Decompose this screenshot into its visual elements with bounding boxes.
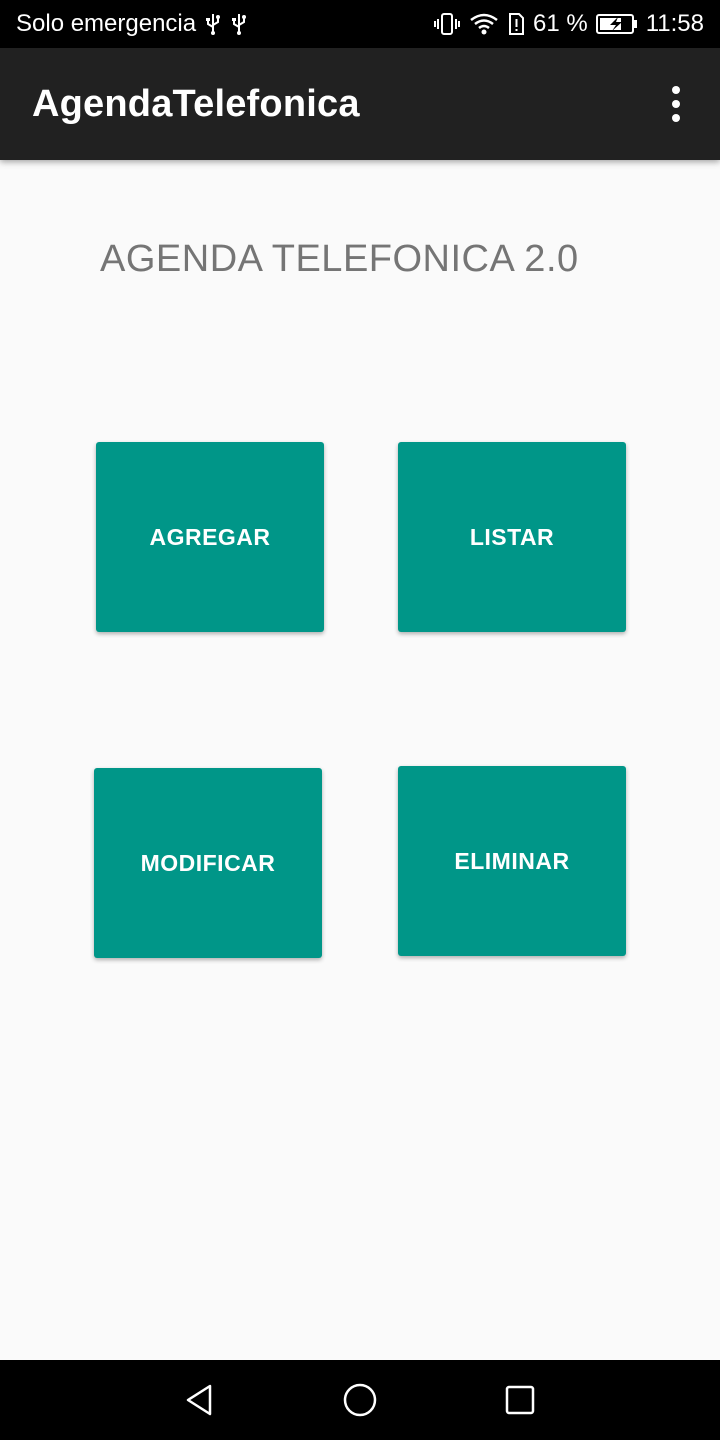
carrier-text: Solo emergencia xyxy=(16,10,197,37)
screen: Solo emergencia 61 % 11:58 AgendaTelefon… xyxy=(0,0,720,1440)
menu-dot xyxy=(672,86,680,94)
app-bar: AgendaTelefonica xyxy=(0,48,720,160)
back-icon[interactable] xyxy=(160,1360,240,1440)
status-bar: Solo emergencia 61 % 11:58 xyxy=(0,0,720,48)
status-time: 11:58 xyxy=(645,10,704,37)
vibrate-icon xyxy=(433,12,461,36)
data-saver-icon xyxy=(507,12,525,36)
menu-dot xyxy=(672,100,680,108)
app-title: AgendaTelefonica xyxy=(32,82,360,125)
status-left: Solo emergencia xyxy=(16,10,248,38)
page-heading: AGENDA TELEFONICA 2.0 xyxy=(100,238,579,280)
recents-icon[interactable] xyxy=(480,1360,560,1440)
home-icon[interactable] xyxy=(320,1360,400,1440)
usb-icon xyxy=(204,12,222,36)
usb-icon xyxy=(230,12,248,36)
battery-percent: 61 % xyxy=(533,10,588,37)
navigation-bar xyxy=(0,1360,720,1440)
battery-charging-icon xyxy=(595,13,638,35)
wifi-icon xyxy=(469,12,499,36)
menu-dot xyxy=(672,114,680,122)
eliminar-button[interactable]: ELIMINAR xyxy=(398,766,626,956)
more-vert-icon[interactable] xyxy=(656,76,696,132)
status-right: 61 % 11:58 xyxy=(433,10,704,38)
agregar-button[interactable]: AGREGAR xyxy=(96,442,324,632)
listar-button[interactable]: LISTAR xyxy=(398,442,626,632)
modificar-button[interactable]: MODIFICAR xyxy=(94,768,322,958)
